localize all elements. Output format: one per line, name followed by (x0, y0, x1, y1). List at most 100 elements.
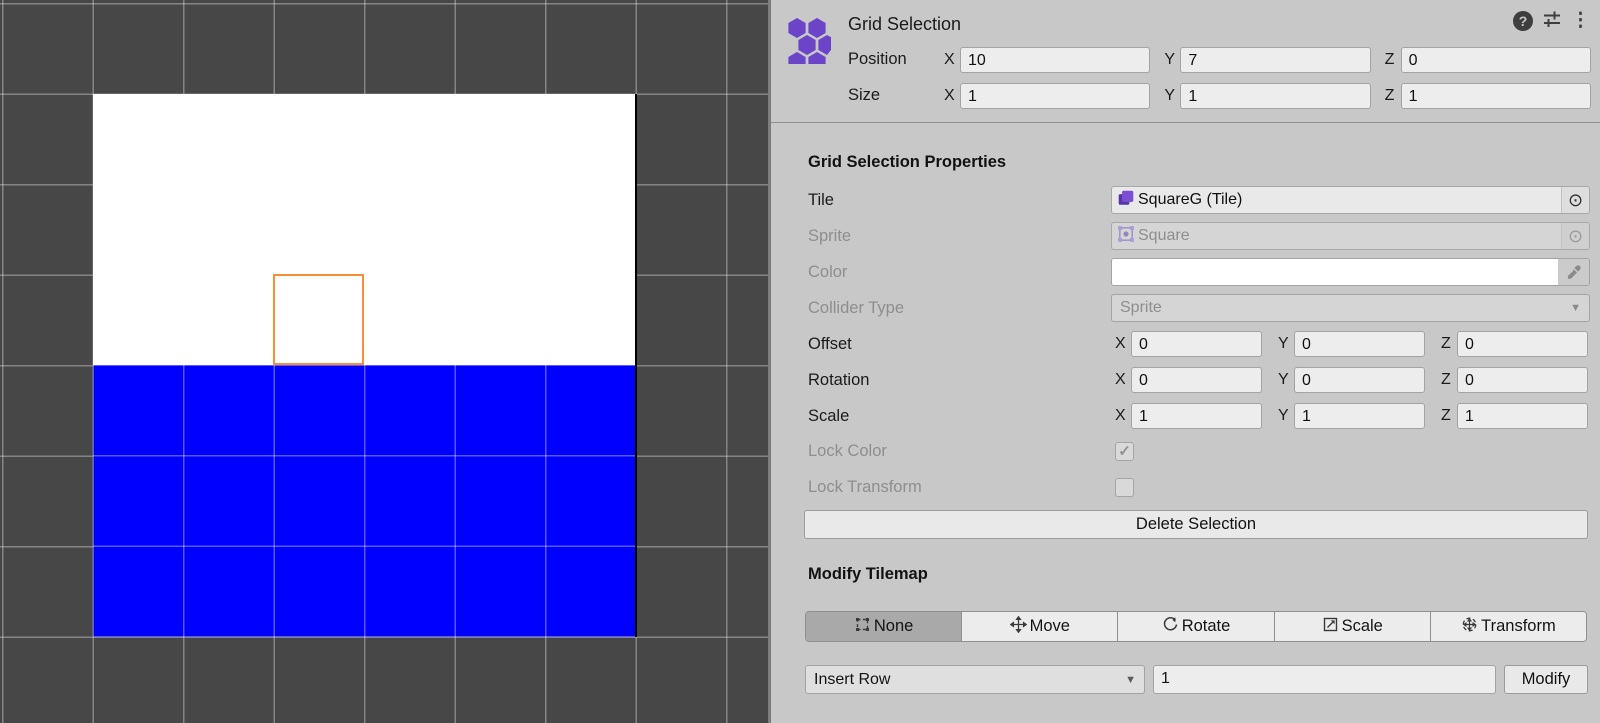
axis-y-label: Y (1164, 51, 1180, 69)
object-picker-icon[interactable]: ⊙ (1561, 187, 1589, 213)
offset-fields: X0 Y0 Z0 (1111, 330, 1588, 358)
tool-transform-button[interactable]: Transform (1431, 612, 1586, 641)
axis-z-label: Z (1441, 407, 1457, 425)
modify-operation-row: Insert Row ▼ 1 Modify (805, 665, 1588, 694)
collider-type-value: Sprite (1120, 299, 1570, 317)
delete-selection-button[interactable]: Delete Selection (804, 510, 1588, 539)
rotation-y-input[interactable]: 0 (1294, 367, 1425, 393)
position-z-input[interactable]: 0 (1401, 47, 1591, 73)
modify-tilemap-heading: Modify Tilemap (808, 565, 928, 584)
tile-row: Tile SquareG (Tile) ⊙ (808, 186, 1590, 214)
tool-label: Rotate (1182, 617, 1231, 636)
lock-color-row: Lock Color (808, 438, 1590, 464)
axis-y-label: Y (1278, 335, 1294, 353)
operation-dropdown[interactable]: Insert Row ▼ (805, 665, 1145, 694)
scale-x-input[interactable]: 1 (1131, 403, 1262, 429)
tool-move-button[interactable]: Move (962, 612, 1118, 641)
lock-color-checkbox: ✓ (1115, 442, 1134, 461)
axis-z-label: Z (1441, 335, 1457, 353)
position-y-input[interactable]: 7 (1180, 47, 1370, 73)
axis-y-label: Y (1278, 407, 1294, 425)
panel-title: Grid Selection (848, 14, 961, 35)
tile-value: SquareG (Tile) (1135, 191, 1561, 209)
none-tool-icon (854, 616, 871, 638)
scene-view[interactable] (0, 0, 768, 723)
grid-selection-outline (273, 274, 364, 365)
transform-tool-icon (1461, 616, 1478, 638)
tile-icon (1117, 189, 1135, 212)
lock-transform-checkbox (1115, 478, 1134, 497)
scale-tool-icon (1322, 616, 1339, 638)
tool-none-button[interactable]: None (806, 612, 962, 641)
lock-transform-row: Lock Transform (808, 474, 1590, 500)
presets-icon[interactable] (1542, 9, 1562, 34)
axis-z-label: Z (1385, 87, 1401, 105)
size-row: Size X 1 Y 1 Z 1 (848, 82, 1591, 109)
help-icon[interactable]: ? (1513, 11, 1533, 31)
color-swatch (1112, 259, 1558, 285)
axis-x-label: X (1115, 335, 1131, 353)
lock-transform-label: Lock Transform (808, 478, 1111, 497)
offset-label: Offset (808, 335, 1111, 354)
sprite-value: Square (1135, 227, 1561, 245)
tool-scale-button[interactable]: Scale (1275, 612, 1431, 641)
header-actions: ? ⋮ (1513, 10, 1590, 32)
rotation-label: Rotation (808, 371, 1111, 390)
white-tile-region[interactable] (93, 94, 636, 365)
offset-y-input[interactable]: 0 (1294, 331, 1425, 357)
axis-x-label: X (944, 87, 960, 105)
eyedropper-icon (1558, 259, 1589, 285)
axis-y-label: Y (1278, 371, 1294, 389)
modify-button[interactable]: Modify (1504, 665, 1588, 694)
color-row: Color (808, 258, 1590, 286)
size-x-input[interactable]: 1 (960, 83, 1150, 109)
operation-count-input[interactable]: 1 (1153, 665, 1496, 694)
tool-label: Move (1030, 617, 1070, 636)
position-x-input[interactable]: 10 (960, 47, 1150, 73)
tool-label: Scale (1342, 617, 1383, 636)
rotate-tool-icon (1162, 616, 1179, 638)
collider-type-dropdown: Sprite ▼ (1111, 294, 1590, 322)
sprite-icon (1117, 225, 1135, 248)
position-label: Position (848, 50, 944, 69)
chevron-down-icon: ▼ (1125, 674, 1136, 686)
axis-x-label: X (1115, 371, 1131, 389)
color-field (1111, 258, 1590, 286)
axis-z-label: Z (1385, 51, 1401, 69)
sprite-object-field: Square ⊙ (1111, 222, 1590, 250)
tool-rotate-button[interactable]: Rotate (1118, 612, 1274, 641)
blue-tile-region[interactable] (93, 365, 636, 637)
inspector-panel: Grid Selection ? ⋮ Position X 10 (771, 0, 1600, 723)
operation-value: Insert Row (814, 671, 1125, 689)
offset-z-input[interactable]: 0 (1457, 331, 1588, 357)
size-y-input[interactable]: 1 (1180, 83, 1370, 109)
collider-type-label: Collider Type (808, 299, 1111, 318)
unity-editor: Grid Selection ? ⋮ Position X 10 (0, 0, 1600, 723)
color-label: Color (808, 263, 1111, 282)
size-label: Size (848, 86, 944, 105)
rotation-x-input[interactable]: 0 (1131, 367, 1262, 393)
axis-x-label: X (944, 51, 960, 69)
tile-label: Tile (808, 191, 1111, 210)
tool-label: Transform (1481, 617, 1556, 636)
properties-heading: Grid Selection Properties (808, 153, 1006, 172)
scale-z-input[interactable]: 1 (1457, 403, 1588, 429)
object-picker-icon: ⊙ (1561, 223, 1589, 249)
tile-object-field[interactable]: SquareG (Tile) ⊙ (1111, 186, 1590, 214)
tool-label: None (874, 617, 913, 636)
scale-y-input[interactable]: 1 (1294, 403, 1425, 429)
axis-z-label: Z (1441, 371, 1457, 389)
scale-fields: X1 Y1 Z1 (1111, 402, 1588, 430)
offset-x-input[interactable]: 0 (1131, 331, 1262, 357)
move-tool-icon (1010, 616, 1027, 638)
chevron-down-icon: ▼ (1570, 302, 1581, 314)
collider-type-row: Collider Type Sprite ▼ (808, 294, 1590, 322)
axis-y-label: Y (1164, 87, 1180, 105)
rotation-z-input[interactable]: 0 (1457, 367, 1588, 393)
size-z-input[interactable]: 1 (1401, 83, 1591, 109)
header-separator (771, 122, 1600, 123)
scale-label: Scale (808, 407, 1111, 426)
axis-x-label: X (1115, 407, 1131, 425)
kebab-menu-icon[interactable]: ⋮ (1571, 11, 1590, 31)
rotation-fields: X0 Y0 Z0 (1111, 366, 1588, 394)
